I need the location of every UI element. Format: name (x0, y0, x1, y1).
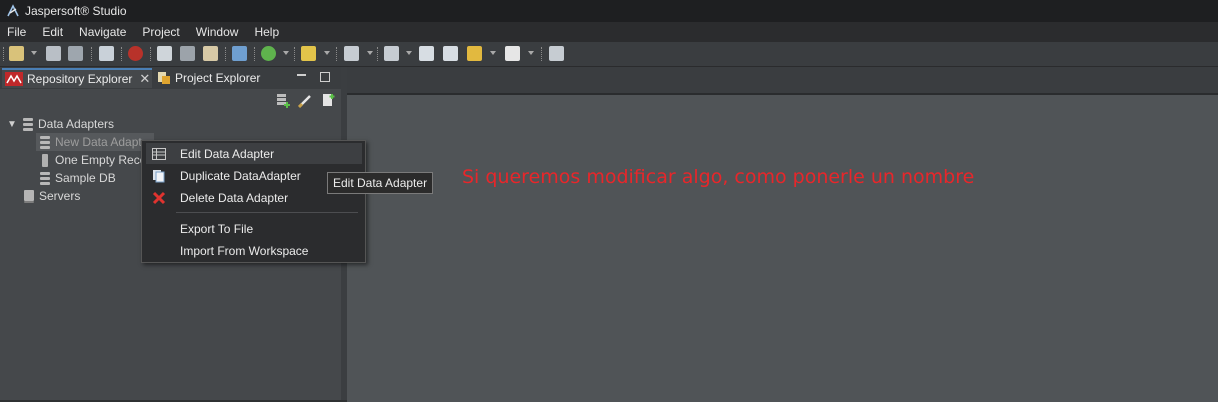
duplicate-icon (153, 169, 165, 182)
menu-item-import-from-workspace[interactable]: Import From Workspace (146, 240, 362, 261)
menu-help[interactable]: Help (247, 22, 288, 42)
toolbar-separator (121, 47, 123, 61)
last-edit-icon[interactable] (419, 46, 434, 61)
database-icon (23, 117, 33, 131)
forward-edit-icon[interactable] (443, 46, 458, 61)
editor-body (347, 93, 1218, 402)
menu-window[interactable]: Window (189, 22, 248, 42)
menu-separator (176, 212, 358, 213)
title-bar: Jaspersoft® Studio (0, 0, 1218, 22)
save-all-icon[interactable] (68, 46, 83, 61)
panel-tab-bar: Repository Explorer ✕ Project Explorer (0, 67, 341, 89)
menu-item-export-to-file[interactable]: Export To File (146, 218, 362, 239)
new-style-icon[interactable] (203, 46, 218, 61)
menu-navigate[interactable]: Navigate (72, 22, 135, 42)
pencil-icon[interactable] (301, 46, 316, 61)
delete-x-icon (152, 191, 166, 204)
tree-node-label: Servers (39, 189, 81, 203)
toolbar-separator (541, 47, 543, 61)
empty-record-icon (40, 153, 50, 167)
chevron-down-icon[interactable]: ▼ (6, 119, 18, 130)
repository-icon (5, 72, 23, 86)
menu-item-edit-data-adapter[interactable]: Edit Data Adapter (146, 143, 362, 164)
tab-project-label: Project Explorer (175, 71, 261, 85)
menu-item-label: Duplicate DataAdapter (180, 168, 301, 183)
menu-file[interactable]: File (0, 22, 35, 42)
menu-item-label: Import From Workspace (180, 243, 309, 258)
new-adapter-icon[interactable] (180, 46, 195, 61)
toolbar-separator (91, 47, 93, 61)
prev-annotation-icon[interactable] (384, 46, 399, 61)
context-menu: Edit Data Adapter Duplicate DataAdapter … (141, 140, 366, 263)
pencil-dropdown-icon[interactable] (324, 51, 330, 55)
editor-tab-bar (347, 67, 1218, 93)
edit-table-icon (152, 147, 166, 160)
tab-project-explorer[interactable]: Project Explorer (155, 68, 275, 88)
menu-item-label: Delete Data Adapter (180, 190, 289, 205)
clean-brush-icon[interactable] (298, 93, 313, 108)
perspective-icon[interactable] (549, 46, 564, 61)
tree-node-sample-db[interactable]: Sample DB (40, 169, 116, 187)
back-arrow-icon[interactable] (467, 46, 482, 61)
run-icon[interactable] (261, 46, 276, 61)
close-icon[interactable]: ✕ (139, 72, 150, 85)
publish-icon[interactable] (232, 46, 247, 61)
run-dropdown-icon[interactable] (283, 51, 289, 55)
database-icon (40, 171, 50, 185)
new-data-adapter-icon[interactable] (276, 93, 291, 108)
tab-repository-explorer[interactable]: Repository Explorer ✕ (2, 68, 152, 88)
menu-edit[interactable]: Edit (35, 22, 72, 42)
server-icon (24, 189, 34, 203)
back-dropdown-icon[interactable] (490, 51, 496, 55)
import-icon[interactable] (321, 93, 336, 108)
menu-project[interactable]: Project (135, 22, 188, 42)
new-report-icon[interactable] (157, 46, 172, 61)
new-dropdown-icon[interactable] (31, 51, 37, 55)
prev-annotation-dropdown-icon[interactable] (406, 51, 412, 55)
menu-bar: File Edit Navigate Project Window Help (0, 22, 1218, 42)
tree-node-servers[interactable]: Servers (24, 187, 80, 205)
next-annotation-icon[interactable] (344, 46, 359, 61)
tree-node-label: One Empty Reco (55, 153, 147, 167)
toolbar-separator (294, 47, 296, 61)
bug-icon[interactable] (128, 46, 143, 61)
editor-area (347, 67, 1218, 402)
toolbar-separator (3, 47, 5, 61)
next-annotation-dropdown-icon[interactable] (367, 51, 373, 55)
tree-node-one-empty-record[interactable]: One Empty Reco (40, 151, 146, 169)
tree-node-label: New Data Adapt (55, 135, 142, 149)
main-toolbar (0, 42, 1218, 67)
compile-icon[interactable] (99, 46, 114, 61)
panel-toolbar (0, 89, 341, 113)
jaspersoft-logo-icon (7, 4, 19, 17)
tree-node-label: Sample DB (55, 171, 116, 185)
toolbar-separator (150, 47, 152, 61)
toolbar-separator (254, 47, 256, 61)
menu-item-label: Edit Data Adapter (180, 146, 275, 161)
toolbar-separator (225, 47, 227, 61)
menu-item-label: Export To File (180, 221, 254, 236)
project-icon (158, 72, 170, 84)
new-icon[interactable] (9, 46, 24, 61)
tree-node-label: Data Adapters (38, 117, 115, 131)
forward-dropdown-icon[interactable] (528, 51, 534, 55)
maximize-icon[interactable] (320, 72, 330, 82)
tree-node-data-adapters[interactable]: ▼ Data Adapters (6, 115, 114, 133)
data-adapter-icon (40, 135, 50, 149)
tree-node-new-data-adapter[interactable]: New Data Adapt (36, 133, 154, 151)
forward-arrow-icon[interactable] (505, 46, 520, 61)
tooltip: Edit Data Adapter (327, 172, 434, 194)
tab-repository-label: Repository Explorer (27, 72, 133, 86)
toolbar-separator (336, 47, 338, 61)
minimize-icon[interactable] (297, 74, 306, 77)
save-icon[interactable] (46, 46, 61, 61)
window-title: Jaspersoft® Studio (25, 4, 127, 18)
red-annotation-text: Si queremos modificar algo, como ponerle… (462, 166, 975, 188)
toolbar-separator (377, 47, 379, 61)
